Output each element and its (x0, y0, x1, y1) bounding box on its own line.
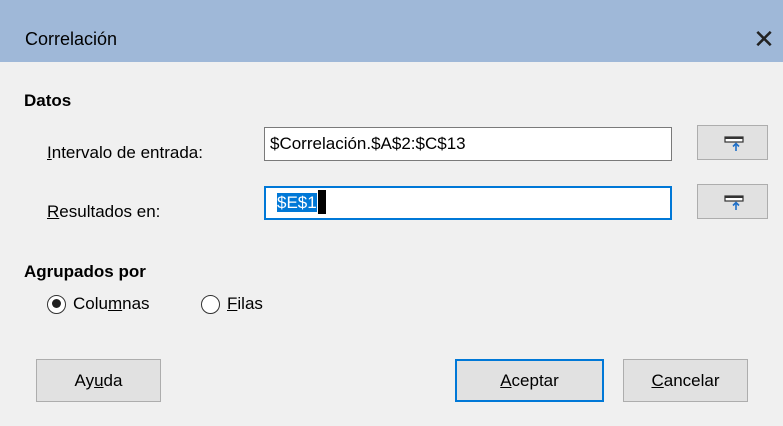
radio-columns-label-post: nas (122, 294, 150, 313)
radio-rows[interactable]: Filas (201, 294, 263, 314)
radio-checked-indicator[interactable] (47, 294, 66, 314)
text-cursor (317, 190, 326, 215)
help-label-mnemonic: u (94, 371, 104, 390)
help-label-pre: Ay (74, 371, 95, 390)
section-agrupados-heading: Agrupados por (24, 262, 146, 281)
radio-unchecked-indicator[interactable] (201, 294, 220, 314)
results-field[interactable]: $E$1 (264, 186, 672, 220)
radio-columns-label-pre: Colu (73, 294, 108, 313)
ok-button[interactable]: Aceptar (455, 359, 604, 402)
section-datos-heading: Datos (24, 91, 72, 110)
title-bar: Correlación ✕ (0, 0, 783, 62)
input-range-label-text: ntervalo de entrada: (51, 143, 203, 162)
input-range-field[interactable]: $Correlación.$A$2:$C$13 (264, 127, 672, 161)
results-label-mnemonic: R (47, 202, 60, 221)
window-title: Correlación (25, 29, 118, 49)
input-range-label: Intervalo de entrada: (47, 143, 203, 163)
results-label-text: esultados en: (59, 202, 161, 221)
cancel-label-mnemonic: C (651, 371, 664, 390)
radio-columns-label: Columnas (73, 294, 150, 314)
results-shrink-button[interactable] (697, 184, 768, 219)
results-value: $E$1 (277, 193, 317, 212)
ok-label-mnemonic: A (500, 371, 512, 390)
close-icon[interactable]: ✕ (745, 20, 783, 60)
radio-rows-label-mnemonic: F (227, 294, 238, 313)
help-label-post: da (103, 371, 123, 390)
input-range-value: $Correlación.$A$2:$C$13 (270, 134, 466, 153)
radio-columns-label-mnemonic: m (107, 294, 123, 313)
ok-label-post: ceptar (511, 371, 559, 390)
radio-rows-label: Filas (227, 294, 263, 314)
dialog-body: Datos Intervalo de entrada: $Correlación… (0, 62, 783, 426)
radio-columns[interactable]: Columnas (47, 294, 150, 314)
input-range-shrink-button[interactable] (697, 125, 768, 160)
results-label: Resultados en: (47, 202, 160, 222)
shrink-dialog-icon (724, 195, 744, 210)
shrink-dialog-icon (724, 136, 744, 151)
cancel-button[interactable]: Cancelar (623, 359, 748, 402)
cancel-label-post: ancelar (663, 371, 720, 390)
radio-rows-label-post: ilas (237, 294, 263, 313)
help-button[interactable]: Ayuda (36, 359, 161, 402)
